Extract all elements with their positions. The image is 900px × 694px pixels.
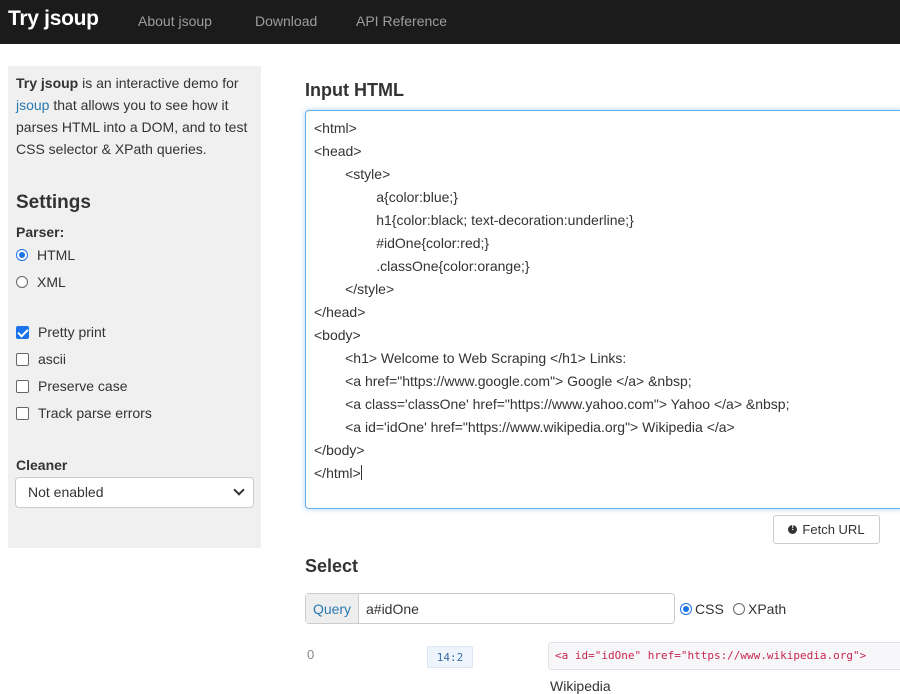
cleaner-label: Cleaner [16, 457, 68, 473]
code-line: <a class='classOne' href="https://www.ya… [314, 396, 790, 412]
radio-html[interactable] [16, 249, 28, 261]
fetch-url-label: Fetch URL [802, 522, 865, 537]
result-text: Wikipedia [550, 678, 611, 694]
parser-label: Parser: [16, 224, 65, 240]
code-line: .classOne{color:orange;} [314, 258, 530, 274]
fetch-url-button[interactable]: Fetch URL [773, 515, 880, 544]
track-errors-option[interactable]: Track parse errors [16, 405, 152, 421]
parser-html-option[interactable]: HTML [16, 247, 75, 263]
nav-api-reference[interactable]: API Reference [356, 13, 447, 29]
result-position-badge: 14:2 [427, 646, 473, 668]
chevron-down-icon [233, 484, 245, 496]
nav-download[interactable]: Download [255, 13, 317, 29]
ascii-option[interactable]: ascii [16, 351, 66, 367]
preserve-case-option[interactable]: Preserve case [16, 378, 127, 394]
preserve-case-label: Preserve case [38, 378, 128, 394]
html-input-editor[interactable]: <html> <head> <style> a{color:blue;} h1{… [305, 110, 900, 509]
input-html-heading: Input HTML [305, 80, 404, 100]
code-line: <head> [314, 143, 362, 159]
code-line: <a id='idOne' href="https://www.wikipedi… [314, 419, 735, 435]
radio-xpath[interactable] [733, 603, 745, 615]
result-index: 0 [307, 647, 315, 662]
mode-xpath-label: XPath [748, 601, 787, 617]
intro-bold: Try jsoup [16, 75, 79, 91]
mode-css-option[interactable]: CSS [680, 601, 724, 617]
jsoup-link[interactable]: jsoup [16, 97, 49, 113]
parser-xml-label: XML [37, 274, 66, 290]
code-line: </head> [314, 304, 366, 320]
ascii-checkbox[interactable] [16, 352, 29, 366]
mode-xpath-option[interactable]: XPath [733, 601, 786, 617]
code-line: <h1> Welcome to Web Scraping </h1> Links… [314, 350, 627, 366]
radio-xml[interactable] [16, 276, 28, 288]
query-input-group: Query a#idOne [305, 593, 675, 624]
radio-css[interactable] [680, 603, 692, 615]
code-line-text: </html> [314, 465, 361, 481]
track-errors-checkbox[interactable] [16, 406, 29, 420]
code-line: #idOne{color:red;} [314, 235, 490, 251]
parser-xml-option[interactable]: XML [16, 274, 66, 290]
code-line: </body> [314, 442, 365, 458]
code-line-last: </html> [314, 465, 362, 481]
text-caret [360, 465, 362, 480]
track-errors-label: Track parse errors [38, 405, 152, 421]
top-navbar: Try jsoup About jsoup Download API Refer… [0, 0, 900, 44]
code-line: a{color:blue;} [314, 189, 458, 205]
cleaner-value: Not enabled [28, 484, 104, 500]
preserve-case-checkbox[interactable] [16, 379, 29, 393]
pretty-print-label: Pretty print [38, 324, 106, 340]
cleaner-select[interactable]: Not enabled [15, 477, 254, 508]
query-addon: Query [306, 594, 359, 623]
sidebar: Try jsoup is an interactive demo for jso… [8, 66, 261, 548]
info-icon [788, 523, 798, 534]
pretty-print-checkbox[interactable] [16, 325, 29, 339]
code-line: <a href="https://www.google.com"> Google… [314, 373, 692, 389]
code-line: <body> [314, 327, 361, 343]
query-input[interactable]: a#idOne [359, 594, 674, 623]
intro-text: Try jsoup is an interactive demo for jso… [16, 72, 256, 160]
parser-html-label: HTML [37, 247, 76, 263]
code-line: </style> [314, 281, 395, 297]
ascii-label: ascii [38, 351, 67, 367]
nav-about[interactable]: About jsoup [138, 13, 212, 29]
settings-heading: Settings [16, 192, 91, 213]
select-heading: Select [305, 556, 359, 576]
code-line: h1{color:black; text-decoration:underlin… [314, 212, 634, 228]
intro-pre: is an interactive demo for [78, 75, 239, 91]
intro-post: that allows you to see how it parses HTM… [16, 97, 248, 157]
result-html: <a id="idOne" href="https://www.wikipedi… [548, 642, 900, 670]
code-line: <html> [314, 120, 357, 136]
code-line: <style> [314, 166, 391, 182]
mode-css-label: CSS [695, 601, 724, 617]
pretty-print-option[interactable]: Pretty print [16, 324, 106, 340]
brand-logo[interactable]: Try jsoup [8, 7, 99, 31]
